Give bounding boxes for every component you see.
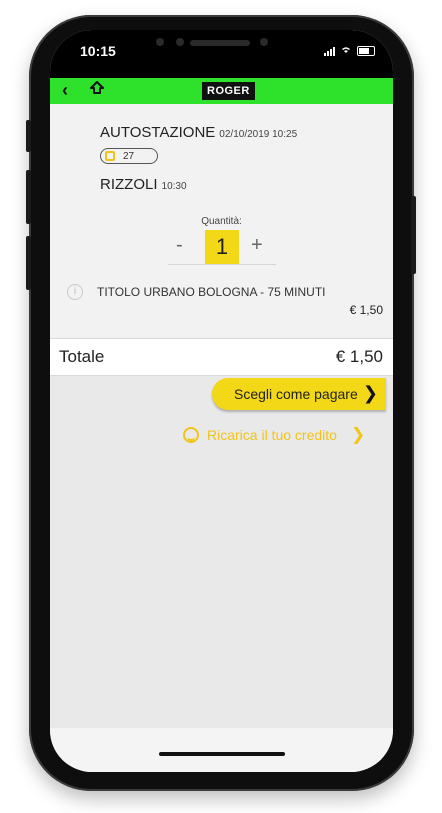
sensor-icon [176, 38, 184, 46]
status-bar: 10:15 [50, 30, 393, 78]
bus-icon [105, 151, 115, 161]
increase-button[interactable]: + [251, 234, 263, 257]
ticket-title: TITOLO URBANO BOLOGNA - 75 MINUTI [97, 285, 326, 299]
screen: 10:15 ‹ ROGER AUTOSTAZIONE 02/10/2019 10:… [50, 30, 393, 772]
mute-switch [26, 120, 31, 152]
arrival-stop: RIZZOLI 10:30 [100, 176, 187, 193]
chevron-right-icon: ❯ [350, 425, 366, 444]
departure-stop: AUTOSTAZIONE 02/10/2019 10:25 [100, 124, 297, 141]
wifi-icon [340, 45, 352, 56]
bus-line-badge: 27 [100, 148, 158, 164]
quantity-stepper[interactable]: - 1 + [168, 230, 276, 265]
volume-up-button [26, 170, 31, 224]
quantity-label: Quantità: [201, 216, 242, 227]
camera-icon [260, 38, 268, 46]
chevron-right-icon: ❯ [362, 383, 378, 403]
departure-datetime: 02/10/2019 10:25 [219, 129, 298, 140]
arrival-time: 10:30 [161, 181, 187, 192]
decrease-button[interactable]: - [176, 234, 183, 257]
choose-payment-button[interactable]: Scegli come pagare ❯ [212, 378, 386, 410]
home-arrow-icon[interactable] [90, 81, 104, 95]
ticket-price: € 1,50 [349, 303, 383, 317]
smiley-icon [183, 427, 199, 443]
app-header: ‹ ROGER [50, 78, 393, 104]
signal-icon [324, 46, 335, 56]
battery-icon [357, 45, 375, 56]
total-row: Totale € 1,50 [50, 338, 393, 376]
speaker-icon [190, 40, 250, 46]
camera-icon [156, 38, 164, 46]
departure-name: AUTOSTAZIONE [100, 124, 216, 141]
total-label: Totale [59, 347, 105, 366]
choose-payment-label: Scegli come pagare [234, 386, 358, 402]
notch [132, 30, 312, 60]
bottom-area [50, 728, 393, 772]
bus-line-number: 27 [123, 150, 135, 162]
status-time: 10:15 [80, 43, 116, 59]
quantity-value: 1 [205, 230, 239, 264]
trip-details: AUTOSTAZIONE 02/10/2019 10:25 27 RIZZOLI 1… [50, 104, 393, 376]
arrival-name: RIZZOLI [100, 176, 158, 193]
info-icon[interactable]: i [67, 284, 83, 300]
volume-down-button [26, 236, 31, 290]
recharge-credit-link[interactable]: Ricarica il tuo credito ❯ [183, 425, 365, 445]
power-button [411, 196, 416, 274]
total-value: € 1,50 [335, 347, 383, 366]
back-chevron-icon[interactable]: ‹ [62, 80, 68, 101]
recharge-credit-label: Ricarica il tuo credito [207, 427, 337, 443]
home-indicator[interactable] [159, 752, 285, 756]
app-logo: ROGER [202, 82, 255, 100]
status-icons [324, 45, 375, 56]
